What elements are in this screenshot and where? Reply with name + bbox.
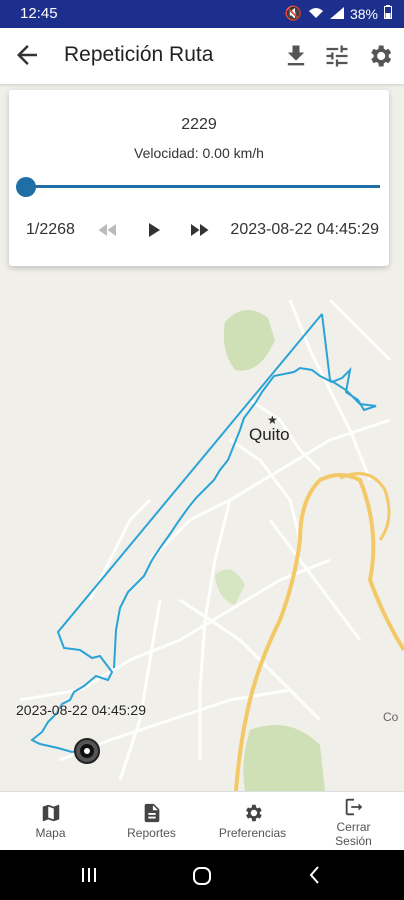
nav-item-reportes[interactable]: Reportes <box>101 792 202 851</box>
arrow-left-icon[interactable] <box>12 40 42 70</box>
exit-icon <box>345 798 362 816</box>
status-time: 12:45 <box>20 5 58 22</box>
nav-label-mapa: Mapa <box>35 826 66 840</box>
download-icon[interactable] <box>282 42 310 70</box>
signal-icon <box>329 6 344 22</box>
nav-item-preferencias[interactable]: Preferencias <box>202 792 303 851</box>
battery-icon <box>384 5 392 22</box>
playback-panel: 2229 Velocidad: 0.00 km/h 1/2268 2023-08… <box>9 90 389 266</box>
bottom-navigation: Mapa Reportes Preferencias Cerrar Sesión <box>0 791 404 851</box>
position-label: 1/2268 <box>26 221 75 238</box>
fast-forward-icon[interactable] <box>187 218 211 242</box>
tune-icon[interactable] <box>323 42 351 70</box>
back-nav-icon[interactable] <box>308 865 322 885</box>
recent-apps-icon[interactable] <box>79 866 99 884</box>
system-navigation-bar <box>0 850 404 900</box>
status-bar: 12:45 🔇 38% <box>0 0 404 28</box>
end-timestamp-label: 2023-08-22 04:45:29 <box>16 702 146 718</box>
nav-label-cerrar-sesion: Cerrar Sesión <box>335 820 372 848</box>
gear-icon[interactable] <box>366 42 394 70</box>
home-icon[interactable] <box>191 865 213 887</box>
nav-item-mapa[interactable]: Mapa <box>0 792 101 851</box>
mute-icon: 🔇 <box>284 5 302 21</box>
gear-icon <box>245 804 262 822</box>
nav-label-reportes: Reportes <box>127 826 176 840</box>
city-label: Quito <box>249 425 290 444</box>
wifi-icon <box>308 6 324 22</box>
edge-label: Co <box>383 710 399 724</box>
status-icons: 🔇 38% <box>285 5 392 22</box>
page-title: Repetición Ruta <box>64 43 214 66</box>
playback-datetime: 2023-08-22 04:45:29 <box>230 221 379 238</box>
playback-counter: 2229 <box>181 116 217 133</box>
battery-text: 38% <box>349 5 378 22</box>
speed-label: Velocidad: 0.00 km/h <box>134 145 264 161</box>
slider-thumb[interactable] <box>16 177 36 197</box>
nav-item-cerrar-sesion[interactable]: Cerrar Sesión <box>303 792 404 851</box>
play-icon[interactable] <box>141 218 165 242</box>
playback-slider[interactable] <box>26 185 380 188</box>
fast-rewind-icon[interactable] <box>96 218 120 242</box>
app-bar: Repetición Ruta <box>0 28 404 84</box>
nav-label-preferencias: Preferencias <box>218 826 287 840</box>
map-icon <box>42 804 59 822</box>
document-icon <box>144 803 159 823</box>
vehicle-marker-icon[interactable] <box>73 737 101 765</box>
